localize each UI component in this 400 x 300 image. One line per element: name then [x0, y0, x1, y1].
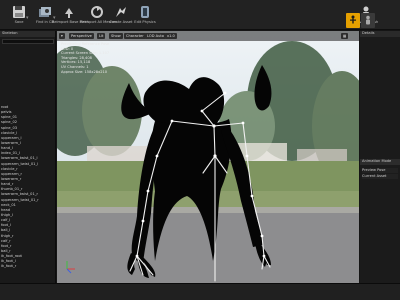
viewport-options-button[interactable]: ▾ [59, 33, 65, 39]
show-button[interactable]: Show [109, 33, 123, 39]
lit-button[interactable]: Lit [97, 33, 106, 39]
viewport-info-line: Approx Size: 158x28x210 [61, 69, 108, 74]
reimport-all-icon [91, 6, 103, 18]
perspective-button[interactable]: Perspective [69, 33, 94, 39]
viewport-info-line: Previewing Reference Pose [61, 42, 110, 46]
status-bar [0, 283, 400, 300]
skeleton-mode-button[interactable] [346, 13, 360, 28]
playback-speed-button[interactable]: x1.0 [165, 33, 177, 39]
viewport-info-overlay: Previewing Reference Pose LOD: 0 Current S… [61, 42, 109, 74]
save-icon [13, 6, 25, 18]
mesh-mode-icon [366, 15, 370, 25]
edit-physics-button[interactable]: Edit Physics [128, 5, 162, 27]
details-tab[interactable]: Details [360, 31, 400, 37]
lod-button[interactable]: LOD Auto [145, 33, 166, 39]
tree-item[interactable]: ik_foot_r [0, 264, 55, 269]
physics-icon [141, 6, 149, 18]
skeleton-bone-list: root pelvis spine_01 spine_02 spine_03 clavic… [0, 105, 55, 270]
viewport-layout-icon[interactable]: ▦ [341, 33, 349, 39]
reimport-icon [65, 8, 73, 18]
create-asset-icon [116, 7, 126, 17]
viewport-toolbar: ▾ Perspective Lit Show Character LOD Aut… [57, 31, 359, 41]
current-asset-row[interactable]: Current Asset [362, 174, 398, 179]
skeleton-mode-icon [350, 15, 356, 24]
skeleton-tree-panel: Skeleton root pelvis spine_01 spine_02 spine… [0, 31, 56, 283]
character-button[interactable]: Character [124, 33, 146, 39]
animation-mode-section-header[interactable]: Animation Mode [360, 159, 400, 165]
content-browser-icon [39, 7, 51, 17]
edit-physics-label: Edit Physics [134, 20, 156, 24]
skeleton-tree-tab[interactable]: Skeleton [0, 31, 55, 37]
details-panel: Details Animation Mode Preview Pose Curr… [360, 31, 400, 283]
preview-pose-row[interactable]: Preview Pose [362, 168, 398, 173]
preview-viewport[interactable]: ▾ Perspective Lit Show Character LOD Aut… [57, 31, 359, 283]
main-toolbar: Save ▾ Find in CB ▾ Reimport Base Mesh R… [0, 0, 400, 30]
mesh-mode-button[interactable] [361, 13, 375, 28]
skeleton-search-input[interactable] [2, 39, 54, 44]
